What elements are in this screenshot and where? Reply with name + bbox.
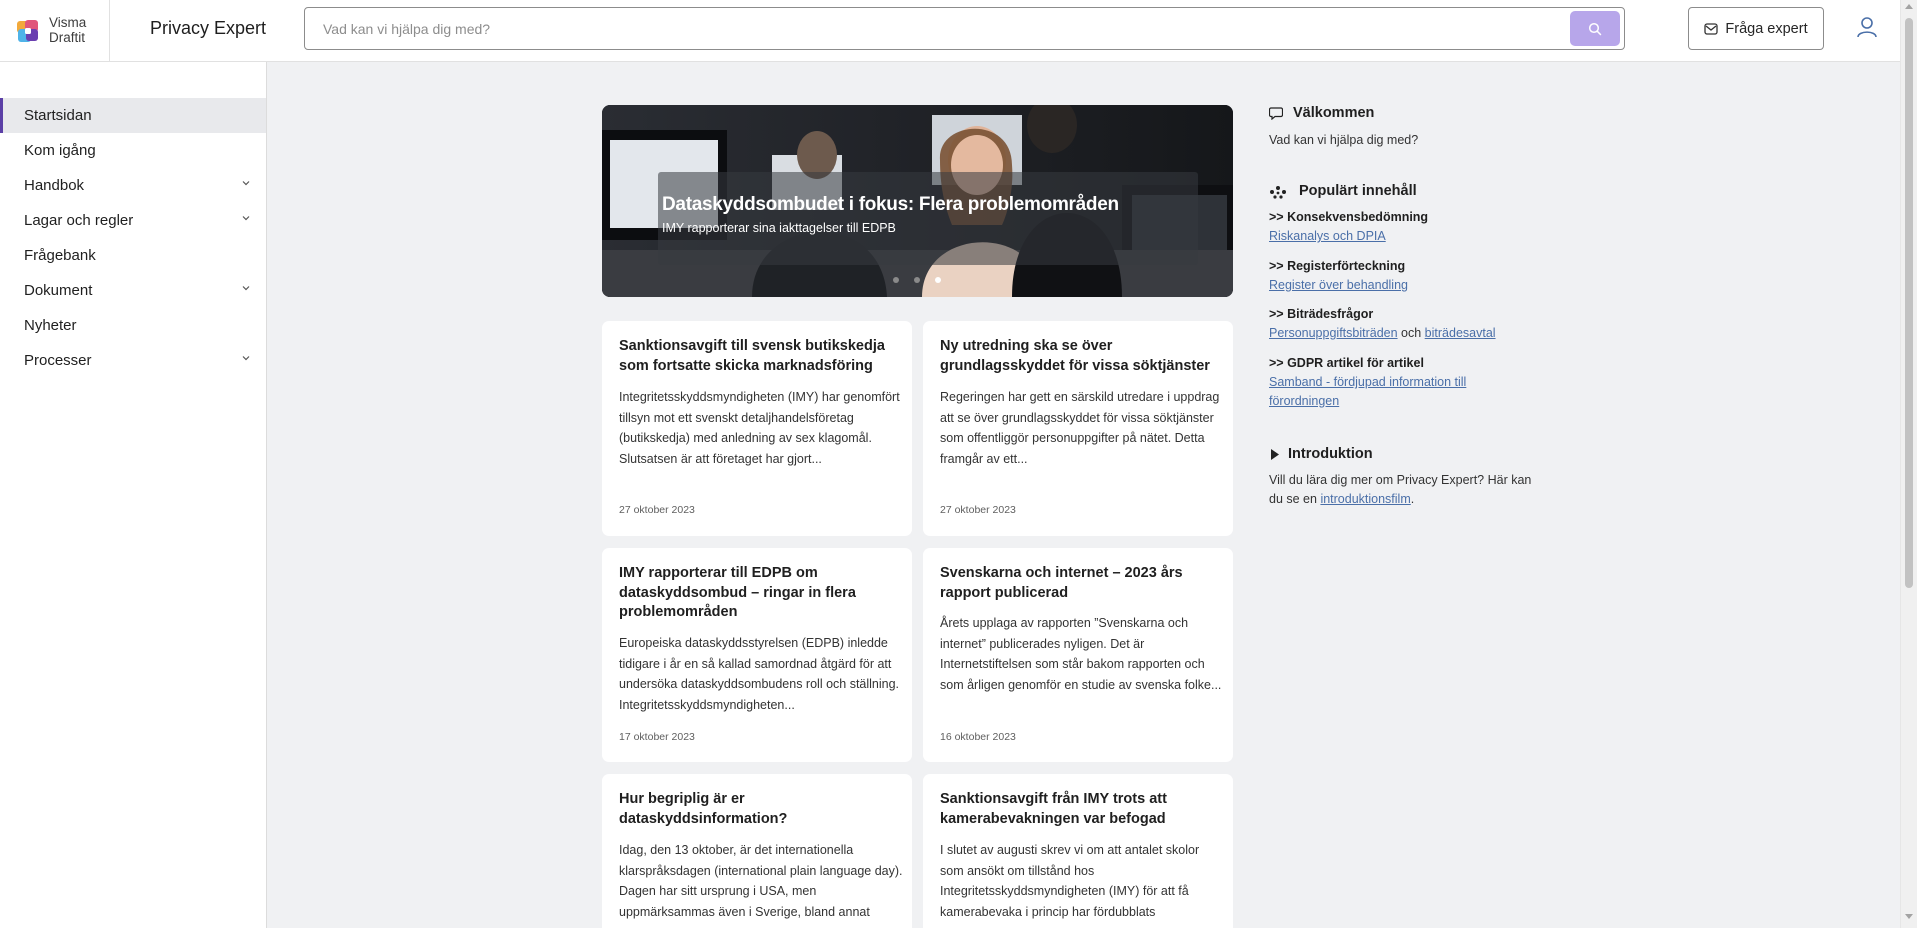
news-card[interactable]: Svenskarna och internet – 2023 års rappo… <box>923 548 1233 762</box>
app-title: Privacy Expert <box>150 18 267 38</box>
welcome-heading: Välkommen <box>1293 105 1375 121</box>
hero-carousel[interactable]: Dataskyddsombudet i fokus: Flera problem… <box>602 105 1233 297</box>
sidebar-item-label: Nyheter <box>24 317 77 334</box>
news-card-date: 27 oktober 2023 <box>619 504 695 516</box>
sidebar-item-lagar-och-regler[interactable]: Lagar och regler <box>0 203 266 238</box>
welcome-text: Vad kan vi hjälpa dig med? <box>1269 133 1419 147</box>
chevron-down-icon[interactable] <box>241 283 251 293</box>
user-profile-icon[interactable] <box>1856 15 1878 39</box>
news-card[interactable]: Hur begriplig är er dataskyddsinformatio… <box>602 774 912 928</box>
search-icon <box>1588 22 1602 35</box>
mail-icon <box>1704 22 1719 35</box>
sidebar-item-kom-igang[interactable]: Kom igång <box>0 133 266 168</box>
introduction-text: Vill du lära dig mer om Privacy Expert? … <box>1269 471 1559 509</box>
search-bar <box>304 7 1625 50</box>
popular-heading-dpia: >> Konsekvensbedömning <box>1269 210 1429 224</box>
link-samband-fordjupad[interactable]: Samband - fördjupad information till <box>1269 375 1466 389</box>
intro-text-line1: Vill du lära dig mer om Privacy Expert? … <box>1269 473 1532 487</box>
hero-title[interactable]: Dataskyddsombudet i fokus: Flera problem… <box>662 194 1119 216</box>
news-card-title[interactable]: Svenskarna och internet – 2023 års rappo… <box>940 564 1220 603</box>
popular-content-heading: Populärt innehåll <box>1299 183 1417 199</box>
page-scrollbar[interactable] <box>1900 0 1917 928</box>
popular-content-icon <box>1270 186 1286 199</box>
news-card-title[interactable]: Sanktionsavgift från IMY trots att kamer… <box>940 790 1220 829</box>
sidebar-item-dokument[interactable]: Dokument <box>0 273 266 308</box>
logo-mark-icon <box>17 20 38 42</box>
link-joiner: och <box>1397 326 1425 340</box>
chat-bubble-icon <box>1269 107 1283 120</box>
link-forordningen[interactable]: förordningen <box>1269 394 1339 408</box>
sidebar-item-label: Startsidan <box>24 107 92 124</box>
news-card-excerpt: Europeiska dataskyddsstyrelsen (EDPB) in… <box>619 636 900 713</box>
news-card-date: 16 oktober 2023 <box>940 731 1016 743</box>
sidebar-nav: Startsidan Kom igång Handbok Lagar och r… <box>0 62 267 928</box>
news-card-title[interactable]: Ny utredning ska se över grundlagsskydde… <box>940 337 1220 376</box>
visma-draftit-logo[interactable]: Visma Draftit <box>16 15 108 47</box>
ask-expert-button[interactable]: Fråga expert <box>1688 7 1824 50</box>
sidebar-item-processer[interactable]: Processer <box>0 343 266 378</box>
news-card-excerpt: Integritetsskyddsmyndigheten (IMY) har g… <box>619 390 900 467</box>
popular-link-row: Samband - fördjupad information till för… <box>1269 373 1466 411</box>
news-card-excerpt: Regeringen har gett en särskild utredare… <box>940 390 1220 467</box>
news-card[interactable]: Sanktionsavgift från IMY trots att kamer… <box>923 774 1233 928</box>
news-card[interactable]: Sanktionsavgift till svensk butikskedja … <box>602 321 912 536</box>
popular-link-row: Riskanalys och DPIA <box>1269 227 1386 246</box>
news-card[interactable]: IMY rapporterar till EDPB om dataskyddso… <box>602 548 912 762</box>
news-card-title[interactable]: Hur begriplig är er dataskyddsinformatio… <box>619 790 899 829</box>
news-card-date: 17 oktober 2023 <box>619 731 695 743</box>
link-register-behandling[interactable]: Register över behandling <box>1269 278 1408 292</box>
popular-link-row: Personuppgiftsbiträden och biträdesavtal <box>1269 324 1496 343</box>
play-triangle-icon <box>1271 449 1279 460</box>
carousel-dot-2[interactable] <box>914 277 920 283</box>
news-card-title[interactable]: IMY rapporterar till EDPB om dataskyddso… <box>619 564 899 623</box>
news-card[interactable]: Ny utredning ska se över grundlagsskydde… <box>923 321 1233 536</box>
search-input[interactable] <box>323 18 1543 40</box>
news-card-excerpt: I slutet av augusti skrev vi om att anta… <box>940 843 1200 920</box>
introduction-heading: Introduktion <box>1288 446 1373 462</box>
news-card-title[interactable]: Sanktionsavgift till svensk butikskedja … <box>619 337 899 376</box>
sidebar-item-label: Lagar och regler <box>24 212 134 229</box>
sidebar-item-startsidan[interactable]: Startsidan <box>0 98 266 133</box>
news-card-excerpt: Årets upplaga av rapporten ”Svenskarna o… <box>940 616 1222 693</box>
sidebar-item-label: Kom igång <box>24 142 96 159</box>
scroll-down-arrow-icon[interactable] <box>1905 914 1913 919</box>
top-header: Visma Draftit Privacy Expert Fråga exper… <box>0 0 1900 62</box>
search-button[interactable] <box>1570 11 1620 46</box>
logo-line-1: Visma <box>49 15 87 30</box>
sidebar-item-handbok[interactable]: Handbok <box>0 168 266 203</box>
logo-text: Visma Draftit <box>49 15 86 45</box>
hero-subtitle: IMY rapporterar sina iakttagelser till E… <box>662 221 896 235</box>
chevron-down-icon[interactable] <box>241 353 251 363</box>
sidebar-item-label: Dokument <box>24 282 93 299</box>
link-biträdesavtal[interactable]: biträdesavtal <box>1425 326 1496 340</box>
sidebar-item-label: Frågebank <box>24 247 96 264</box>
news-card-date: 27 oktober 2023 <box>940 504 1016 516</box>
sidebar-item-nyheter[interactable]: Nyheter <box>0 308 266 343</box>
chevron-down-icon[interactable] <box>241 178 251 188</box>
carousel-dot-1[interactable] <box>893 277 899 283</box>
news-card-excerpt: Idag, den 13 oktober, är det internation… <box>619 843 903 920</box>
chevron-down-icon[interactable] <box>241 213 251 223</box>
scroll-thumb[interactable] <box>1905 18 1913 588</box>
popular-heading-gdpr: >> GDPR artikel för artikel <box>1269 356 1424 370</box>
link-introduktionsfilm[interactable]: introduktionsfilm <box>1320 492 1410 506</box>
sidebar-item-fragebank[interactable]: Frågebank <box>0 238 266 273</box>
popular-heading-register: >> Registerförteckning <box>1269 259 1406 273</box>
logo-line-2: Draftit <box>49 30 86 45</box>
scroll-up-arrow-icon[interactable] <box>1905 4 1913 9</box>
link-riskanalys-dpia[interactable]: Riskanalys och DPIA <box>1269 229 1386 243</box>
link-personuppgiftsbitraden[interactable]: Personuppgiftsbiträden <box>1269 326 1398 340</box>
intro-text-line2: du se en <box>1269 492 1321 506</box>
header-divider <box>109 0 110 62</box>
intro-text-end: . <box>1410 492 1415 506</box>
sidebar-item-label: Processer <box>24 352 92 369</box>
carousel-dot-3[interactable] <box>935 277 941 283</box>
hero-caption-panel <box>658 172 1198 265</box>
popular-heading-bitrade: >> Biträdesfrågor <box>1269 307 1374 321</box>
ask-expert-label: Fråga expert <box>1725 20 1808 37</box>
sidebar-item-label: Handbok <box>24 177 85 194</box>
popular-link-row: Register över behandling <box>1269 276 1408 295</box>
